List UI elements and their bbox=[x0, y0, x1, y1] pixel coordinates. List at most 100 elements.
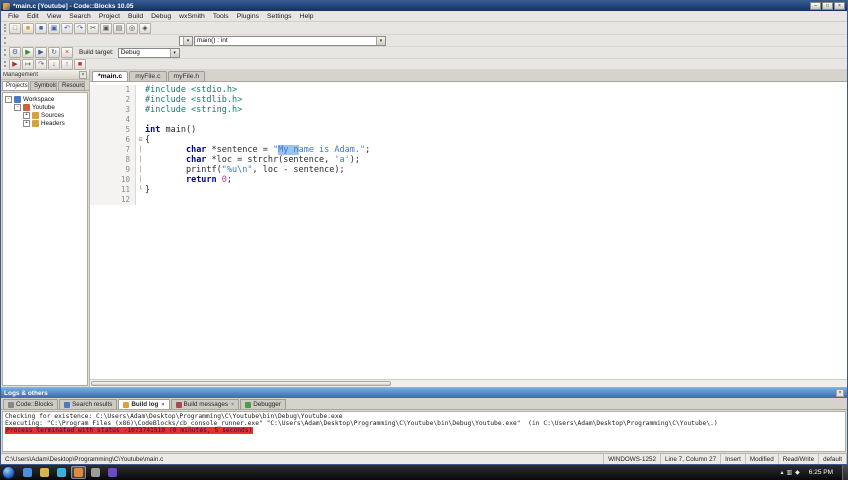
taskbar-media-player-button[interactable] bbox=[54, 466, 69, 479]
step-out-icon[interactable]: ↑ bbox=[61, 58, 73, 70]
close-button[interactable]: × bbox=[834, 2, 845, 10]
save-file-icon[interactable]: ■ bbox=[35, 22, 47, 34]
menu-item-view[interactable]: View bbox=[43, 12, 66, 21]
open-file-icon[interactable]: ■ bbox=[22, 22, 34, 34]
fold-margin[interactable] bbox=[136, 85, 145, 95]
start-button[interactable] bbox=[2, 466, 15, 479]
taskbar-app6-button[interactable] bbox=[105, 466, 120, 479]
undo-icon[interactable]: ↶ bbox=[61, 22, 73, 34]
menu-item-tools[interactable]: Tools bbox=[209, 12, 233, 21]
scrollbar-thumb[interactable] bbox=[91, 381, 391, 386]
tree-item-headers[interactable]: + Headers bbox=[3, 119, 87, 127]
taskbar-browser-button[interactable] bbox=[20, 466, 35, 479]
fold-margin[interactable]: │ bbox=[136, 175, 145, 185]
taskbar-app5-button[interactable] bbox=[88, 466, 103, 479]
step-into-icon[interactable]: ↓ bbox=[48, 58, 60, 70]
fold-margin[interactable]: │ bbox=[136, 165, 145, 175]
menu-item-debug[interactable]: Debug bbox=[147, 12, 175, 21]
run-to-cursor-icon[interactable]: ↦ bbox=[22, 58, 34, 70]
management-close-icon[interactable]: × bbox=[79, 70, 87, 79]
tree-item-sources-expander[interactable]: + bbox=[23, 111, 30, 119]
menu-item-help[interactable]: Help bbox=[296, 12, 318, 21]
code-text[interactable]: return 0; bbox=[145, 175, 232, 185]
symbol-function-combo[interactable]: main() : int ▾ bbox=[194, 35, 386, 46]
tree-item-workspace-expander[interactable]: - bbox=[5, 95, 12, 103]
management-tab-projects[interactable]: Projects bbox=[2, 81, 29, 90]
chevron-down-icon[interactable]: ▾ bbox=[169, 48, 179, 57]
compile-icon[interactable]: ⚙ bbox=[9, 47, 21, 58]
taskbar-clock[interactable]: 6:25 PM bbox=[804, 469, 838, 476]
taskbar-codeblocks-button[interactable] bbox=[71, 466, 86, 479]
fold-margin[interactable]: │ bbox=[136, 145, 145, 155]
cut-icon[interactable]: ✂ bbox=[87, 22, 99, 34]
tree-item-youtube[interactable]: - Youtube bbox=[3, 103, 87, 111]
logs-tab-build-messages-close-icon[interactable]: × bbox=[231, 402, 234, 408]
chevron-down-icon[interactable]: ▾ bbox=[376, 36, 385, 45]
logs-tab-search-results[interactable]: Search results bbox=[59, 399, 118, 409]
editor-tab-main.c[interactable]: *main.c bbox=[92, 71, 129, 81]
fold-margin[interactable] bbox=[136, 195, 145, 205]
code-text[interactable]: printf("%u\n", loc - sentence); bbox=[145, 165, 345, 175]
code-text[interactable]: char *sentence = "My name is Adam."; bbox=[145, 145, 370, 155]
chevron-down-icon[interactable]: ▾ bbox=[183, 36, 192, 45]
menu-item-file[interactable]: File bbox=[4, 12, 23, 21]
maximize-button[interactable]: □ bbox=[822, 2, 833, 10]
run-icon[interactable]: ▶ bbox=[22, 47, 34, 58]
logs-tab-build-log[interactable]: Build log × bbox=[118, 399, 170, 409]
tree-item-sources[interactable]: + Sources bbox=[3, 111, 87, 119]
tree-item-workspace[interactable]: - Workspace bbox=[3, 95, 87, 103]
debug-stop-icon[interactable]: ■ bbox=[74, 58, 86, 70]
menu-item-edit[interactable]: Edit bbox=[23, 12, 43, 21]
paste-icon[interactable]: ▤ bbox=[113, 22, 125, 34]
logs-tab-codeblocks[interactable]: Code::Blocks bbox=[3, 399, 59, 409]
rebuild-icon[interactable]: ↻ bbox=[48, 47, 60, 58]
save-all-files-icon[interactable]: ▣ bbox=[48, 22, 60, 34]
find-icon[interactable]: ◎ bbox=[126, 22, 138, 34]
title-bar[interactable]: *main.c [Youtube] - Code::Blocks 10.05 –… bbox=[1, 1, 847, 11]
code-text[interactable]: } bbox=[145, 185, 150, 195]
code-text[interactable]: { bbox=[145, 135, 150, 145]
code-text[interactable]: #include <stdlib.h> bbox=[145, 95, 242, 105]
management-tab-resources[interactable]: Resources bbox=[58, 81, 85, 90]
menu-item-search[interactable]: Search bbox=[65, 12, 95, 21]
debug-continue-icon[interactable]: ▶ bbox=[9, 58, 21, 70]
fold-margin[interactable] bbox=[136, 115, 145, 125]
fold-margin[interactable] bbox=[136, 125, 145, 135]
management-tab-symbols[interactable]: Symbols bbox=[30, 81, 57, 90]
new-file-icon[interactable]: □ bbox=[9, 22, 21, 34]
menu-item-wxsmith[interactable]: wxSmith bbox=[175, 12, 209, 21]
minimize-button[interactable]: – bbox=[810, 2, 821, 10]
logs-close-icon[interactable]: × bbox=[836, 389, 844, 397]
code-editor[interactable]: 1 #include <stdio.h> 2 #include <stdlib.h> 3… bbox=[90, 82, 847, 379]
abort-build-icon[interactable]: × bbox=[61, 47, 73, 58]
editor-horizontal-scrollbar[interactable] bbox=[90, 379, 847, 387]
code-text[interactable]: char *loc = strchr(sentence, 'a'); bbox=[145, 155, 360, 165]
build-target-combo[interactable]: Debug ▾ bbox=[117, 47, 180, 58]
editor-tab-myfile.c[interactable]: myFile.c bbox=[129, 71, 167, 81]
tray-network-icon[interactable]: ▥ bbox=[786, 469, 792, 476]
tray-volume-icon[interactable]: ◆ bbox=[795, 469, 800, 476]
logs-tab-debugger[interactable]: Debugger bbox=[240, 399, 286, 409]
fold-margin[interactable]: └ bbox=[136, 185, 145, 195]
next-line-icon[interactable]: ↷ bbox=[35, 58, 47, 70]
fold-margin[interactable]: │ bbox=[136, 155, 145, 165]
code-text[interactable]: #include <string.h> bbox=[145, 105, 242, 115]
symbol-scope-combo[interactable]: ▾ bbox=[179, 35, 193, 46]
menu-item-build[interactable]: Build bbox=[124, 12, 147, 21]
logs-tab-build-messages[interactable]: Build messages × bbox=[170, 399, 240, 409]
tray-show-hidden-icons[interactable]: ▴ bbox=[780, 469, 783, 476]
copy-icon[interactable]: ▣ bbox=[100, 22, 112, 34]
taskbar-explorer-button[interactable] bbox=[37, 466, 52, 479]
show-desktop-button[interactable] bbox=[842, 465, 848, 480]
replace-icon[interactable]: ◈ bbox=[139, 22, 151, 34]
tree-item-youtube-expander[interactable]: - bbox=[14, 103, 21, 111]
fold-margin[interactable] bbox=[136, 105, 145, 115]
tree-item-headers-expander[interactable]: + bbox=[23, 119, 30, 127]
logs-tab-build-log-close-icon[interactable]: × bbox=[161, 402, 164, 408]
menu-item-plugins[interactable]: Plugins bbox=[233, 12, 263, 21]
editor-tab-myfile.h[interactable]: myFile.h bbox=[167, 71, 206, 81]
build-and-run-icon[interactable]: ▶ bbox=[35, 47, 47, 58]
code-text[interactable]: #include <stdio.h> bbox=[145, 85, 237, 95]
menu-item-settings[interactable]: Settings bbox=[263, 12, 296, 21]
redo-icon[interactable]: ↷ bbox=[74, 22, 86, 34]
